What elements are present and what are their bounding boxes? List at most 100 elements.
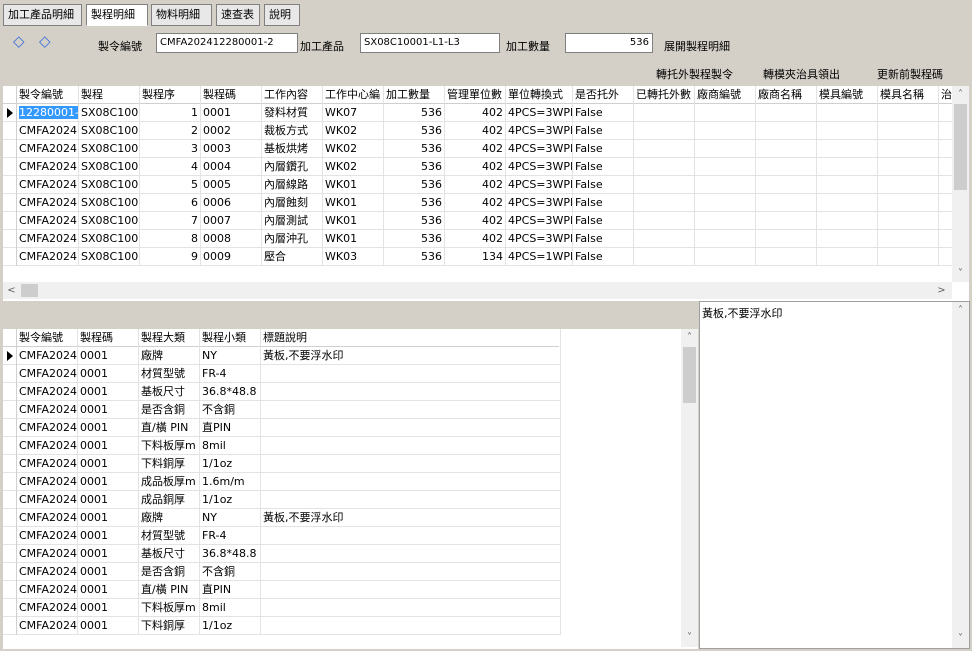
table-cell[interactable]: 1/1oz bbox=[200, 617, 261, 635]
table-cell[interactable]: CMFA20241 bbox=[17, 365, 78, 383]
table-cell[interactable]: 不含銅 bbox=[200, 401, 261, 419]
table-row[interactable]: CMFA20241 SX08C1000 8 0008 內層沖孔 WK01 536 402 4PC… bbox=[3, 230, 969, 248]
table-cell[interactable]: CMFA20241 bbox=[17, 401, 78, 419]
table-cell[interactable]: 0001 bbox=[78, 473, 139, 491]
order-field[interactable]: CMFA202412280001-2 bbox=[156, 33, 298, 53]
table-cell[interactable]: False bbox=[573, 248, 634, 266]
table-cell[interactable]: 0004 bbox=[201, 158, 262, 176]
table-cell[interactable] bbox=[878, 212, 939, 230]
table-cell[interactable] bbox=[878, 248, 939, 266]
table-cell[interactable] bbox=[817, 176, 878, 194]
table-row[interactable]: CMFA20241 0001 成品銅厚 1/1oz bbox=[3, 491, 561, 509]
table-cell[interactable] bbox=[634, 176, 695, 194]
table-cell[interactable] bbox=[878, 176, 939, 194]
table-cell[interactable]: CMFA20241 bbox=[17, 212, 79, 230]
table-cell[interactable]: 4PCS=3WPN bbox=[506, 122, 573, 140]
table-cell[interactable]: 廠牌 bbox=[139, 347, 200, 365]
table-cell[interactable] bbox=[756, 176, 817, 194]
table-cell[interactable]: 8 bbox=[140, 230, 201, 248]
column-header[interactable]: 模具編號 bbox=[817, 86, 878, 104]
table-row[interactable]: CMFA20241 SX08C1000 4 0004 內層鑽孔 WK02 536 402 4PC… bbox=[3, 158, 969, 176]
table-cell[interactable] bbox=[261, 401, 561, 419]
table-cell[interactable]: 直PIN bbox=[200, 419, 261, 437]
table-cell[interactable]: 402 bbox=[445, 122, 506, 140]
table-cell[interactable]: 536 bbox=[384, 194, 445, 212]
tooling-issue-button[interactable]: 轉模夾治具領出 bbox=[763, 66, 840, 82]
table-cell[interactable]: False bbox=[573, 122, 634, 140]
table-cell[interactable] bbox=[695, 140, 756, 158]
table-cell[interactable]: WK01 bbox=[323, 194, 384, 212]
scroll-down-icon[interactable]: ˅ bbox=[952, 265, 969, 282]
table-row[interactable]: CMFA20241 0001 材質型號 FR-4 bbox=[3, 365, 561, 383]
table-cell[interactable]: 基板尺寸 bbox=[139, 545, 200, 563]
table-cell[interactable] bbox=[634, 248, 695, 266]
table-cell[interactable] bbox=[817, 212, 878, 230]
column-header[interactable]: 製令編號 bbox=[17, 86, 79, 104]
table-cell[interactable]: 36.8*48.8 bbox=[200, 545, 261, 563]
table-cell[interactable]: 2 bbox=[140, 122, 201, 140]
table-cell[interactable]: 536 bbox=[384, 230, 445, 248]
table-cell[interactable] bbox=[261, 617, 561, 635]
table-cell[interactable]: 4PCS=3WPN bbox=[506, 104, 573, 122]
table-cell[interactable]: 廠牌 bbox=[139, 509, 200, 527]
table-cell[interactable] bbox=[261, 383, 561, 401]
table-cell[interactable] bbox=[817, 158, 878, 176]
table-cell[interactable] bbox=[878, 230, 939, 248]
table-cell[interactable]: 402 bbox=[445, 176, 506, 194]
column-header[interactable]: 廠商編號 bbox=[695, 86, 756, 104]
table-cell[interactable]: 4PCS=3WPN bbox=[506, 194, 573, 212]
table-cell[interactable]: 536 bbox=[384, 176, 445, 194]
table-cell[interactable]: 5 bbox=[140, 176, 201, 194]
table-cell[interactable]: 0001 bbox=[78, 599, 139, 617]
table-cell[interactable] bbox=[756, 230, 817, 248]
process-detail-grid[interactable]: 製令編號 製程碼 製程大類 製程小類 標題說明 CMFA20241 0001 廠牌 NY 黃板,不… bbox=[3, 329, 698, 649]
table-cell[interactable] bbox=[817, 230, 878, 248]
table-cell[interactable]: 內層線路 bbox=[262, 176, 323, 194]
table-cell[interactable]: WK07 bbox=[323, 104, 384, 122]
table-cell[interactable]: CMFA20241 bbox=[17, 194, 79, 212]
table-cell[interactable] bbox=[817, 122, 878, 140]
update-prev-process-button[interactable]: 更新前製程碼 bbox=[877, 66, 943, 82]
table-row[interactable]: CMFA20241 0001 基板尺寸 36.8*48.8 bbox=[3, 383, 561, 401]
table-cell[interactable]: CMFA20241 bbox=[17, 176, 79, 194]
tab-4[interactable]: 說明 bbox=[264, 4, 300, 26]
qty-field[interactable]: 536 bbox=[565, 33, 653, 53]
table-cell[interactable] bbox=[756, 194, 817, 212]
table-cell[interactable]: 0001 bbox=[78, 419, 139, 437]
table-cell[interactable]: NY bbox=[200, 509, 261, 527]
table-cell[interactable]: WK01 bbox=[323, 230, 384, 248]
table-cell[interactable]: 直PIN bbox=[200, 581, 261, 599]
table-cell[interactable] bbox=[261, 365, 561, 383]
table-cell[interactable]: 134 bbox=[445, 248, 506, 266]
column-header[interactable]: 製程碼 bbox=[78, 329, 139, 347]
table-cell[interactable]: 6 bbox=[140, 194, 201, 212]
table-cell[interactable]: SX08C1000 bbox=[79, 140, 140, 158]
table-cell[interactable]: WK01 bbox=[323, 176, 384, 194]
table-cell[interactable]: 直/橫 PIN bbox=[139, 581, 200, 599]
table-row[interactable]: CMFA20241 0001 下料銅厚 1/1oz bbox=[3, 617, 561, 635]
table-cell[interactable] bbox=[261, 599, 561, 617]
table-cell[interactable] bbox=[695, 104, 756, 122]
table-cell[interactable]: 0001 bbox=[78, 347, 139, 365]
table-cell[interactable] bbox=[756, 122, 817, 140]
tab-3[interactable]: 速查表 bbox=[216, 4, 260, 26]
memo-vscroll[interactable]: ˄ ˅ bbox=[952, 302, 969, 648]
table-cell[interactable] bbox=[261, 419, 561, 437]
table-cell[interactable]: False bbox=[573, 212, 634, 230]
table-cell[interactable]: WK03 bbox=[323, 248, 384, 266]
table-cell[interactable] bbox=[634, 104, 695, 122]
table-cell[interactable]: 0001 bbox=[78, 437, 139, 455]
table-cell[interactable]: SX08C1000 bbox=[79, 104, 140, 122]
column-header[interactable]: 製程大類 bbox=[139, 329, 200, 347]
table-cell[interactable]: 0002 bbox=[201, 122, 262, 140]
table-cell[interactable]: 1.6m/m bbox=[200, 473, 261, 491]
column-header[interactable]: 製令編號 bbox=[17, 329, 78, 347]
column-header[interactable]: 模具名稱 bbox=[878, 86, 939, 104]
table-cell[interactable]: 402 bbox=[445, 230, 506, 248]
table-cell[interactable]: 下料銅厚 bbox=[139, 617, 200, 635]
table-cell[interactable] bbox=[817, 104, 878, 122]
table-cell[interactable]: False bbox=[573, 230, 634, 248]
table-cell[interactable]: 基板尺寸 bbox=[139, 383, 200, 401]
table-cell[interactable]: 4 bbox=[140, 158, 201, 176]
table-cell[interactable] bbox=[634, 140, 695, 158]
